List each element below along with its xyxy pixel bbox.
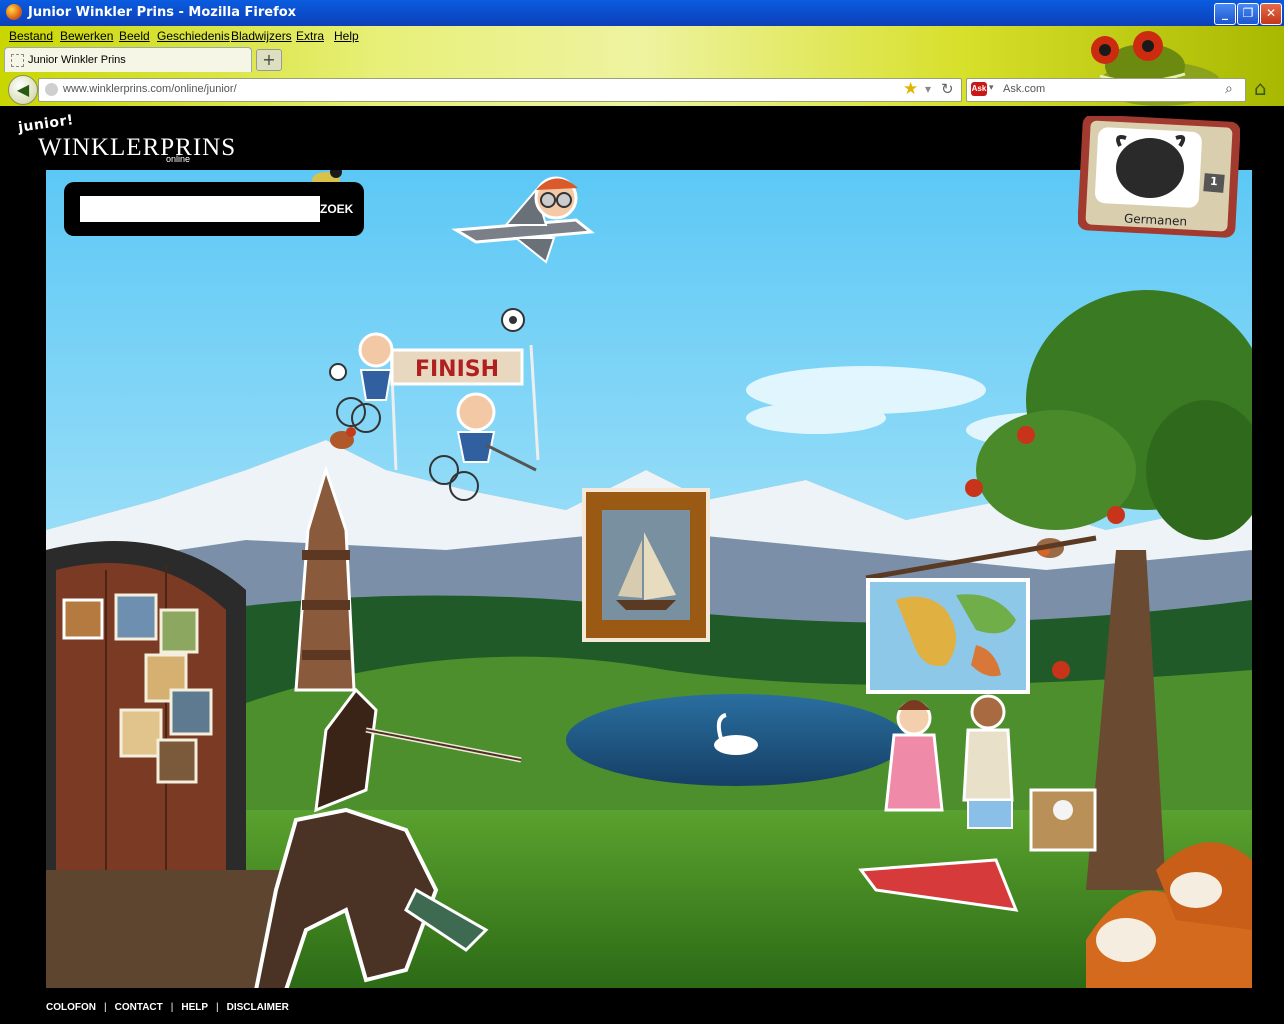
zoek-button[interactable]: ZOEK: [320, 202, 353, 216]
web-page: junior! WINKLERPRINS online FINISH ZOEK …: [0, 106, 1284, 1024]
soccer-ball-small: [329, 363, 347, 381]
footer-separator: |: [104, 1002, 107, 1013]
search-icon[interactable]: ⌕: [1225, 80, 1233, 97]
tab-junior-winkler-prins[interactable]: Junior Winkler Prins: [4, 47, 252, 72]
close-icon[interactable]: ✕: [1260, 3, 1282, 25]
menu-bladwijzers[interactable]: Bladwijzers: [231, 29, 292, 43]
window-titlebar: Junior Winkler Prins - Mozilla Firefox _…: [0, 0, 1284, 26]
address-url: www.winklerprins.com/online/junior/: [63, 83, 237, 95]
footer-disclaimer[interactable]: DISCLAIMER: [227, 1002, 289, 1013]
footer-colofon[interactable]: COLOFON: [46, 1002, 96, 1013]
footer-help[interactable]: HELP: [181, 1002, 208, 1013]
menu-bewerken[interactable]: Bewerken: [60, 29, 113, 43]
star-icon[interactable]: ★: [903, 79, 918, 99]
window-title: Junior Winkler Prins - Mozilla Firefox: [28, 5, 297, 20]
tv-channel-number: 1: [1209, 174, 1219, 189]
page-favicon-icon: [11, 54, 24, 67]
menu-bestand[interactable]: Bestand: [9, 29, 53, 43]
footer-separator: |: [216, 1002, 219, 1013]
engine-chevron-icon[interactable]: ▾: [989, 82, 994, 93]
browser-chrome: Bestand Bewerken Beeld Geschiedenis Blad…: [0, 26, 1284, 106]
site-search-panel: ZOEK: [64, 182, 364, 236]
soccer-ball[interactable]: [501, 308, 525, 332]
menu-extra[interactable]: Extra: [296, 29, 324, 43]
finish-label: FINISH: [415, 357, 499, 382]
reload-icon[interactable]: ↻: [941, 80, 954, 98]
site-search-input[interactable]: [80, 196, 320, 222]
illustrated-scene: FINISH: [46, 170, 1252, 988]
framed-painting[interactable]: [582, 488, 710, 642]
ask-icon[interactable]: Ask: [971, 82, 987, 96]
address-bar[interactable]: www.winklerprins.com/online/junior/ ★ ▾ …: [38, 78, 962, 102]
firefox-icon: [6, 4, 22, 20]
chevron-down-icon[interactable]: ▾: [925, 82, 931, 96]
menu-geschiedenis[interactable]: Geschiedenis: [157, 29, 230, 43]
footer-separator: |: [170, 1002, 174, 1013]
menu-help[interactable]: Help: [334, 29, 359, 43]
restore-icon[interactable]: ❐: [1237, 3, 1259, 25]
back-icon[interactable]: ◀: [8, 75, 38, 105]
footer-contact[interactable]: CONTACT: [115, 1002, 163, 1013]
home-icon[interactable]: ⌂: [1254, 76, 1267, 100]
footer-links: COLOFON | CONTACT | HELP | DISCLAIMER: [46, 1002, 289, 1013]
logo-winklerprins[interactable]: WINKLERPRINS: [38, 134, 236, 162]
logo-junior: junior!: [17, 112, 75, 136]
web-search-box[interactable]: Ask ▾ Ask.com ⌕: [966, 78, 1246, 102]
tab-label: Junior Winkler Prins: [28, 54, 126, 66]
minimize-icon[interactable]: _: [1214, 3, 1236, 25]
menu-beeld[interactable]: Beeld: [119, 29, 150, 43]
new-tab-button[interactable]: +: [256, 49, 282, 71]
aviator-kid[interactable]: [534, 176, 578, 220]
search-placeholder: Ask.com: [1003, 83, 1046, 95]
picnic-basket[interactable]: [1029, 788, 1097, 852]
navigation-toolbar: ◀ www.winklerprins.com/online/junior/ ★ …: [0, 72, 1284, 106]
globe-icon: [45, 83, 58, 96]
logo-online: online: [166, 154, 191, 164]
